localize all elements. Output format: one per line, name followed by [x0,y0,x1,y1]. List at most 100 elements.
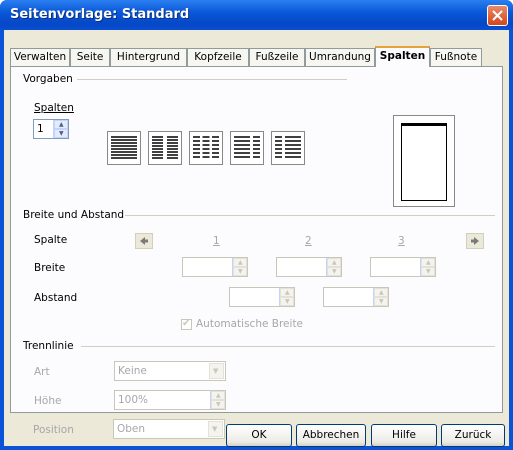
auto-width-label: Automatische Breite [196,318,304,330]
help-button-label: Hilfe [392,429,416,441]
line-position-value: Oben [117,423,146,435]
spin-up-button[interactable]: ▲ [327,258,341,267]
preset-three-columns[interactable] [189,131,223,165]
ok-button-label: OK [251,429,267,441]
tab-label: Hintergrund [116,51,181,63]
spin-up-button[interactable]: ▲ [374,288,388,297]
preview-page [401,123,447,201]
left-wide-columns-icon [234,136,260,158]
arrow-down-icon: ▼ [379,298,384,305]
line-position-select[interactable]: Oben ▼ [113,419,225,439]
arrow-down-icon: ▼ [238,268,243,275]
dropdown-button[interactable]: ▼ [208,421,223,437]
next-column-button[interactable] [466,233,484,249]
arrow-left-icon [140,237,148,245]
spin-up-button[interactable]: ▲ [421,258,435,267]
auto-width-checkbox[interactable]: ✔ [181,318,192,330]
column-2-width-field[interactable]: ▲ ▼ [276,257,342,277]
line-type-value: Keine [118,365,147,377]
arrow-up-icon: ▲ [238,259,243,266]
tab-seite[interactable]: Seite [70,48,110,66]
arrow-right-icon [471,237,479,245]
tab-label: Verwalten [13,51,67,63]
tab-hintergrund[interactable]: Hintergrund [110,48,187,66]
close-button[interactable] [487,5,508,26]
tab-umrandung[interactable]: Umrandung [305,48,375,66]
close-icon [492,10,503,21]
arrow-down-icon: ▼ [59,130,64,137]
column-3-width-field[interactable]: ▲ ▼ [370,257,436,277]
spin-down-button[interactable]: ▼ [233,267,247,276]
spin-up-button[interactable]: ▲ [280,288,294,297]
tab-spalten[interactable]: Spalten [375,46,430,67]
spin-down-button[interactable]: ▼ [280,297,294,306]
preset-one-column[interactable] [107,131,141,165]
spacing-1-field[interactable]: ▲ ▼ [229,287,295,307]
preset-right-wide[interactable] [271,131,305,165]
dropdown-button[interactable]: ▼ [209,363,224,379]
section-legend-breite: Breite und Abstand [23,209,125,221]
page-preview [393,115,455,207]
arrow-up-icon: ▲ [426,259,431,266]
arrow-up-icon: ▲ [332,259,337,266]
preset-left-wide[interactable] [230,131,264,165]
column-number-2: 2 [305,235,312,247]
spin-down-button[interactable]: ▼ [327,267,341,276]
line-type-select[interactable]: Keine ▼ [114,361,226,381]
dialog-window: Seitenvorlage: Standard Verwalten Seite … [0,0,513,450]
ok-button[interactable]: OK [226,424,292,447]
spalten-count-value: 1 [37,123,44,135]
hoehe-label: Höhe [34,395,62,407]
preset-two-columns[interactable] [148,131,182,165]
title-bar[interactable]: Seitenvorlage: Standard [0,0,513,30]
spin-down-button[interactable]: ▼ [421,267,435,276]
separator [125,215,495,216]
section-legend-trennlinie: Trennlinie [23,340,74,352]
tab-kopfzeile[interactable]: Kopfzeile [187,48,249,66]
window-title: Seitenvorlage: Standard [10,7,190,22]
back-button[interactable]: Zurück [441,424,505,447]
checkmark-icon: ✔ [182,318,191,329]
arrow-up-icon: ▲ [59,121,64,128]
spacing-2-field[interactable]: ▲ ▼ [323,287,389,307]
previous-column-button[interactable] [135,233,153,249]
tab-fussnote[interactable]: Fußnote [430,48,482,66]
line-height-field[interactable]: 100% ▲ ▼ [114,390,226,410]
spalten-label: Spalten [34,102,74,114]
chevron-down-icon: ▼ [212,425,218,433]
tab-verwalten[interactable]: Verwalten [10,48,70,66]
arrow-up-icon: ▲ [379,289,384,296]
art-label: Art [34,366,50,378]
tab-label: Fußnote [434,51,478,63]
right-wide-columns-icon [275,136,301,158]
tab-label: Kopfzeile [194,51,242,63]
breite-label: Breite [34,262,66,274]
cancel-button[interactable]: Abbrechen [296,424,366,447]
spin-down-button[interactable]: ▼ [374,297,388,306]
abstand-label: Abstand [34,292,78,304]
two-columns-icon [152,136,178,159]
tab-fusszeile[interactable]: Fußzeile [249,48,305,66]
tab-label: Spalten [379,50,426,62]
arrow-down-icon: ▼ [426,268,431,275]
spin-up-button[interactable]: ▲ [54,120,68,129]
spin-down-button[interactable]: ▼ [211,400,225,409]
help-button[interactable]: Hilfe [371,424,437,447]
spalte-label: Spalte [34,234,68,246]
arrow-up-icon: ▲ [285,289,290,296]
tab-panel: Vorgaben Spalten 1 ▲ ▼ Breite und Abstan… [10,66,503,413]
arrow-up-icon: ▲ [216,392,221,399]
spin-up-button[interactable]: ▲ [211,391,225,400]
spalten-count-stepper[interactable]: 1 ▲ ▼ [33,119,69,139]
spin-up-button[interactable]: ▲ [233,258,247,267]
one-column-icon [111,136,137,159]
dialog-body: Verwalten Seite Hintergrund Kopfzeile Fu… [4,30,509,447]
spin-down-button[interactable]: ▼ [54,129,68,138]
three-columns-icon [193,136,219,158]
position-label: Position [33,424,74,436]
line-height-value: 100% [118,394,149,406]
column-number-1: 1 [213,235,220,247]
column-1-width-field[interactable]: ▲ ▼ [182,257,248,277]
tab-label: Seite [76,51,104,63]
chevron-down-icon: ▼ [213,367,219,375]
